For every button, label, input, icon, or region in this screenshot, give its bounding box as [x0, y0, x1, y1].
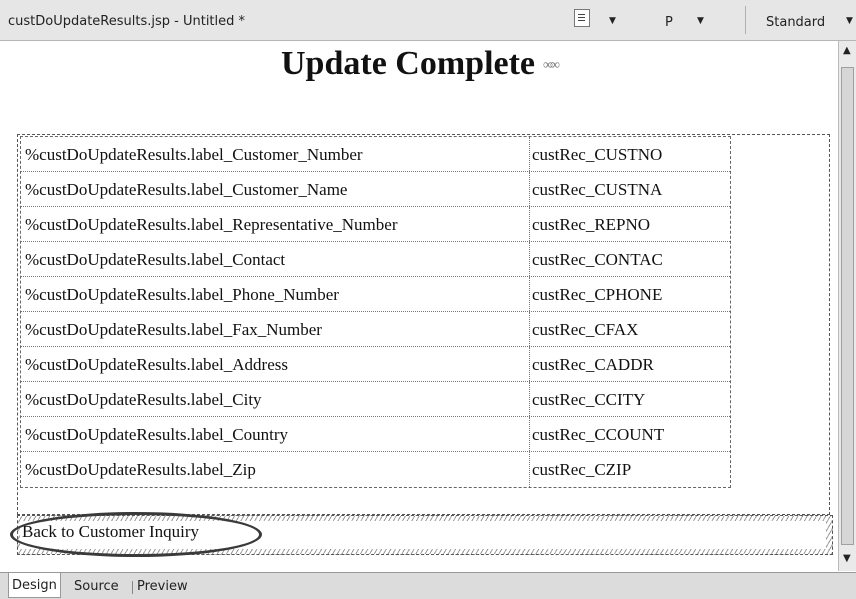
tab-design[interactable]: Design — [8, 573, 61, 598]
tab-source[interactable]: Source — [74, 579, 119, 594]
table-row: %custDoUpdateResults.label_Customer_Numb… — [21, 137, 730, 172]
results-table: %custDoUpdateResults.label_Customer_Numb… — [20, 136, 731, 488]
table-row: %custDoUpdateResults.label_Representativ… — [21, 207, 730, 242]
field-label[interactable]: %custDoUpdateResults.label_Country — [21, 417, 530, 451]
field-value[interactable]: custRec_CUSTNO — [530, 137, 730, 171]
field-value[interactable]: custRec_CCOUNT — [530, 417, 730, 451]
table-row: %custDoUpdateResults.label_City custRec_… — [21, 382, 730, 417]
field-value[interactable]: custRec_REPNO — [530, 207, 730, 241]
chevron-down-icon[interactable]: ▼ — [609, 16, 616, 26]
highlight-ellipse — [10, 512, 262, 557]
field-label[interactable]: %custDoUpdateResults.label_Customer_Numb… — [21, 137, 530, 171]
editor-title-bar: custDoUpdateResults.jsp - Untitled * ▼ P… — [0, 0, 856, 41]
design-canvas[interactable]: Update Complete ∞∞ %custDoUpdateResults.l… — [0, 41, 838, 571]
field-label[interactable]: %custDoUpdateResults.label_Phone_Number — [21, 277, 530, 311]
field-value[interactable]: custRec_CZIP — [530, 452, 730, 487]
page-heading-text: Update Complete — [281, 45, 536, 82]
link-icon: ∞∞ — [543, 58, 560, 74]
field-label[interactable]: %custDoUpdateResults.label_Fax_Number — [21, 312, 530, 346]
field-value[interactable]: custRec_CPHONE — [530, 277, 730, 311]
field-label[interactable]: %custDoUpdateResults.label_Contact — [21, 242, 530, 276]
font-dropdown[interactable]: Standard — [766, 15, 825, 30]
field-label[interactable]: %custDoUpdateResults.label_Address — [21, 347, 530, 381]
table-row: %custDoUpdateResults.label_Phone_Number … — [21, 277, 730, 312]
table-row: %custDoUpdateResults.label_Contact custR… — [21, 242, 730, 277]
toolbar-divider — [745, 6, 746, 34]
scroll-up-icon[interactable]: ▲ — [843, 45, 851, 56]
field-value[interactable]: custRec_CONTAC — [530, 242, 730, 276]
paragraph-style-dropdown[interactable]: P — [665, 15, 673, 30]
tab-preview[interactable]: Preview — [137, 579, 188, 594]
field-value[interactable]: custRec_CADDR — [530, 347, 730, 381]
field-value[interactable]: custRec_CCITY — [530, 382, 730, 416]
scroll-down-icon[interactable]: ▼ — [843, 553, 851, 564]
table-row: %custDoUpdateResults.label_Address custR… — [21, 347, 730, 382]
table-row: %custDoUpdateResults.label_Country custR… — [21, 417, 730, 452]
field-label[interactable]: %custDoUpdateResults.label_City — [21, 382, 530, 416]
table-row: %custDoUpdateResults.label_Customer_Name… — [21, 172, 730, 207]
field-value[interactable]: custRec_CFAX — [530, 312, 730, 346]
paragraph-format-icon[interactable] — [574, 9, 590, 27]
field-value[interactable]: custRec_CUSTNA — [530, 172, 730, 206]
editor-tab-bar: Design Source Preview — [0, 572, 856, 599]
vertical-scrollbar[interactable]: ▲ ▼ — [838, 41, 856, 571]
field-label[interactable]: %custDoUpdateResults.label_Zip — [21, 452, 530, 487]
document-title: custDoUpdateResults.jsp - Untitled * — [8, 14, 246, 29]
table-row: %custDoUpdateResults.label_Fax_Number cu… — [21, 312, 730, 347]
page-heading: Update Complete ∞∞ — [0, 45, 838, 83]
chevron-down-icon[interactable]: ▼ — [846, 16, 853, 26]
field-label[interactable]: %custDoUpdateResults.label_Customer_Name — [21, 172, 530, 206]
table-row: %custDoUpdateResults.label_Zip custRec_C… — [21, 452, 730, 487]
scrollbar-thumb[interactable] — [841, 67, 854, 545]
tab-divider — [132, 581, 133, 594]
field-label[interactable]: %custDoUpdateResults.label_Representativ… — [21, 207, 530, 241]
chevron-down-icon[interactable]: ▼ — [697, 16, 704, 26]
